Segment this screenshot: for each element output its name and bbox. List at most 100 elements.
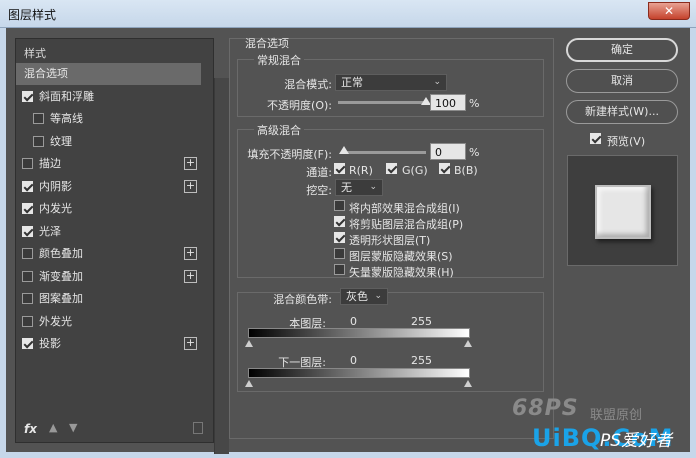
- add-effect-icon[interactable]: +: [184, 247, 197, 260]
- blend-if-label: 混合颜色带:: [273, 293, 332, 306]
- arrow-up-icon[interactable]: ▲: [49, 421, 57, 434]
- advanced-option-label: 将剪贴图层混合成组(P): [349, 218, 464, 231]
- style-item[interactable]: 混合选项: [16, 63, 201, 85]
- cancel-button[interactable]: 取消: [566, 69, 678, 93]
- advanced-option-checkbox[interactable]: [334, 200, 345, 211]
- this-layer-max: 255: [411, 315, 432, 328]
- watermark-site-name: PS爱好者: [600, 431, 673, 451]
- styles-scrollbar[interactable]: [214, 78, 229, 454]
- advanced-option-checkbox[interactable]: [334, 232, 345, 243]
- advanced-option-label: 透明形状图层(T): [349, 234, 431, 247]
- style-item-label: 图案叠加: [39, 292, 83, 305]
- channel-b-label: B(B): [454, 164, 478, 177]
- underlying-layer-black-slider[interactable]: [245, 380, 253, 387]
- chevron-down-icon: ⌄: [374, 291, 382, 301]
- style-item-label: 内阴影: [39, 179, 72, 193]
- knockout-select[interactable]: 无 ⌄: [335, 179, 383, 196]
- channel-g-label: G(G): [402, 164, 428, 177]
- style-item-checkbox[interactable]: [22, 90, 33, 102]
- style-item[interactable]: 颜色叠加 +: [16, 243, 201, 265]
- advanced-blending-title: 高级混合: [254, 122, 304, 138]
- preview-label: 预览(V): [607, 135, 646, 148]
- blend-mode-label: 混合模式:: [284, 78, 332, 91]
- chevron-down-icon: ⌄: [369, 182, 377, 192]
- add-effect-icon[interactable]: +: [184, 269, 197, 283]
- fill-opacity-slider-thumb[interactable]: [339, 146, 349, 154]
- channel-r-label: R(R): [349, 164, 373, 177]
- arrow-down-icon[interactable]: ▼: [69, 421, 77, 434]
- style-item-checkbox[interactable]: [22, 225, 33, 237]
- style-item-checkbox[interactable]: [22, 180, 33, 192]
- opacity-input[interactable]: 100: [430, 94, 466, 111]
- style-item[interactable]: 斜面和浮雕: [16, 86, 201, 108]
- style-item-checkbox[interactable]: [22, 338, 33, 349]
- close-button[interactable]: ✕: [648, 2, 690, 20]
- preview-thumbnail: [595, 185, 651, 239]
- advanced-option-label: 图层蒙版隐藏效果(S): [349, 250, 453, 263]
- underlying-layer-white-slider[interactable]: [464, 380, 472, 387]
- blend-if-value: 灰色: [346, 290, 368, 303]
- this-layer-black-slider[interactable]: [245, 340, 253, 347]
- style-item[interactable]: 投影 +: [16, 333, 201, 355]
- fill-opacity-slider-track[interactable]: [344, 151, 426, 154]
- blend-mode-select[interactable]: 正常 ⌄: [335, 74, 447, 91]
- style-item-checkbox[interactable]: [22, 158, 33, 169]
- style-item-checkbox[interactable]: [33, 135, 44, 147]
- advanced-option-label: 将内部效果混合成组(I): [349, 202, 460, 215]
- style-item[interactable]: 图案叠加: [16, 288, 201, 310]
- style-item[interactable]: 内阴影 +: [16, 176, 201, 198]
- knockout-value: 无: [341, 181, 352, 194]
- styles-list-panel: 样式 混合选项 斜面和浮雕 等高线 纹理 描边 + 内阴影 + 内发光 光泽 颜色叠加 + 渐变叠加 + 图…: [15, 38, 229, 454]
- this-layer-white-slider[interactable]: [464, 340, 472, 347]
- opacity-unit: %: [469, 97, 480, 110]
- channel-g-checkbox[interactable]: [386, 163, 397, 174]
- style-item[interactable]: 纹理: [16, 131, 201, 153]
- style-item-label: 内发光: [39, 202, 72, 215]
- ok-button[interactable]: 确定: [566, 38, 678, 62]
- underlying-layer-min: 0: [350, 354, 357, 367]
- style-item-checkbox[interactable]: [22, 248, 33, 259]
- opacity-slider-track[interactable]: [338, 101, 426, 104]
- channels-label: 通道:: [306, 166, 332, 179]
- style-item-label: 颜色叠加: [39, 247, 83, 260]
- style-item-label: 光泽: [39, 224, 61, 238]
- style-item-label: 纹理: [50, 134, 72, 148]
- style-item-checkbox[interactable]: [33, 113, 44, 124]
- fx-button[interactable]: fx: [24, 422, 37, 436]
- advanced-option-checkbox[interactable]: [334, 264, 345, 275]
- section-title: 混合选项: [245, 37, 289, 50]
- window-title: 图层样式: [8, 8, 57, 22]
- advanced-option-label: 矢量蒙版隐藏效果(H): [349, 266, 454, 279]
- style-item-checkbox[interactable]: [22, 293, 33, 304]
- new-style-button[interactable]: 新建样式(W)...: [566, 100, 678, 124]
- underlying-layer-gradient: [248, 368, 470, 378]
- style-item-checkbox[interactable]: [22, 270, 33, 282]
- style-item-checkbox[interactable]: [22, 203, 33, 214]
- trash-icon[interactable]: [193, 422, 203, 434]
- add-effect-icon[interactable]: +: [184, 337, 197, 350]
- add-effect-icon[interactable]: +: [184, 179, 197, 193]
- style-item[interactable]: 等高线: [16, 108, 201, 130]
- style-item-checkbox[interactable]: [22, 315, 33, 327]
- chevron-down-icon: ⌄: [433, 77, 441, 87]
- style-item[interactable]: 渐变叠加 +: [16, 266, 201, 288]
- style-item[interactable]: 外发光: [16, 311, 201, 333]
- channel-b-checkbox[interactable]: [439, 163, 450, 174]
- style-item-label: 外发光: [39, 314, 72, 328]
- blend-if-select[interactable]: 灰色 ⌄: [340, 288, 388, 305]
- fill-opacity-input[interactable]: 0: [430, 143, 466, 160]
- fill-opacity-label: 填充不透明度(F):: [247, 148, 332, 161]
- style-item[interactable]: 描边 +: [16, 153, 201, 175]
- advanced-option-checkbox[interactable]: [334, 216, 345, 227]
- preview-checkbox[interactable]: [590, 133, 601, 144]
- style-preview: [567, 155, 678, 266]
- title-bar: 图层样式 ✕: [0, 0, 696, 28]
- add-effect-icon[interactable]: +: [184, 157, 197, 170]
- channel-r-checkbox[interactable]: [334, 163, 345, 174]
- style-item-label: 投影: [39, 337, 61, 350]
- style-item[interactable]: 光泽: [16, 221, 201, 243]
- style-item[interactable]: 内发光: [16, 198, 201, 220]
- blend-mode-value: 正常: [341, 76, 363, 89]
- advanced-option-checkbox[interactable]: [334, 248, 345, 259]
- watermark-subtitle: 联盟原创: [590, 408, 643, 423]
